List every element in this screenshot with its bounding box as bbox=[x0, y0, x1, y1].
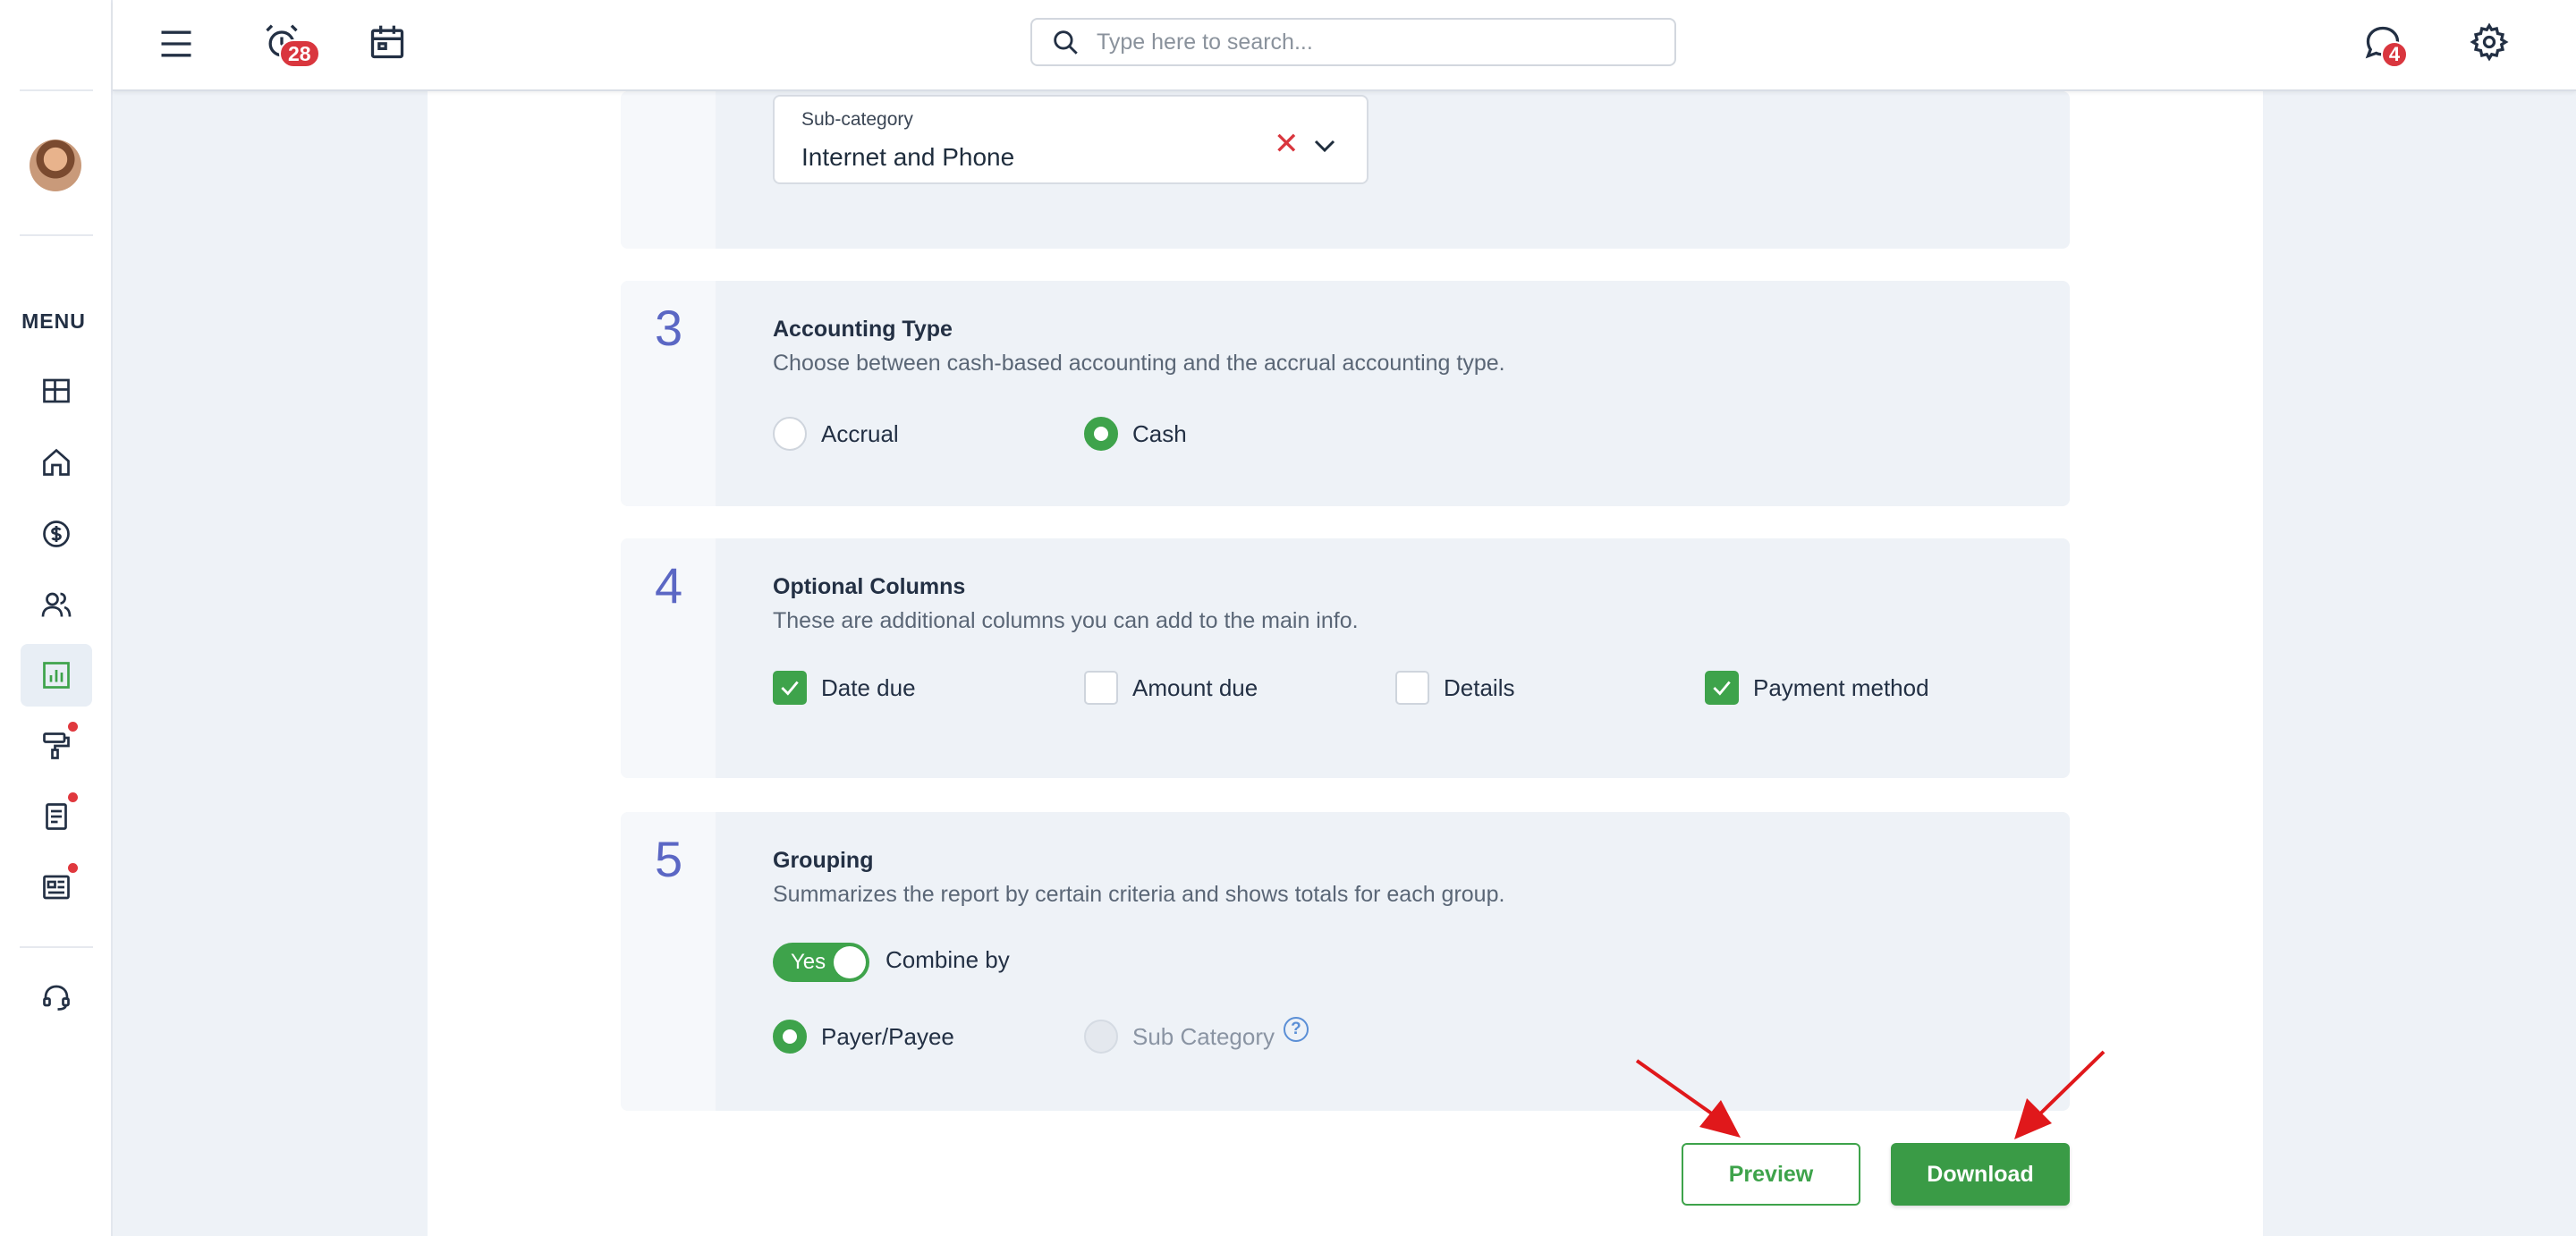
calendar-button[interactable] bbox=[365, 20, 410, 64]
subcategory-select[interactable]: Sub-category Internet and Phone ✕ bbox=[773, 95, 1368, 184]
search-box[interactable] bbox=[1030, 18, 1676, 66]
sidebar-item-people[interactable] bbox=[21, 573, 92, 636]
radio-button-selected[interactable] bbox=[1084, 417, 1118, 451]
toggle-label: Yes bbox=[791, 950, 826, 974]
section-title: Optional Columns bbox=[773, 574, 966, 599]
radio-accrual[interactable]: Accrual bbox=[773, 417, 899, 451]
radio-label: Accrual bbox=[821, 419, 899, 447]
sidebar-item-listings[interactable] bbox=[21, 856, 92, 919]
sidebar-item-reports[interactable] bbox=[21, 644, 92, 707]
checkbox-checked[interactable] bbox=[773, 671, 807, 705]
radio-label: Cash bbox=[1132, 419, 1187, 447]
grouping-toggle[interactable]: Yes bbox=[773, 943, 869, 982]
section-title: Grouping bbox=[773, 848, 874, 873]
bar-chart-icon bbox=[43, 662, 70, 689]
sidebar-divider bbox=[20, 234, 93, 236]
section-title: Accounting Type bbox=[773, 317, 953, 342]
section-optional-columns: 4 Optional Columns These are additional … bbox=[621, 538, 2070, 778]
radio-sub-category: Sub Category ? bbox=[1084, 1017, 1309, 1054]
sidebar-item-dashboard[interactable] bbox=[21, 360, 92, 422]
home-icon bbox=[43, 448, 70, 476]
users-icon bbox=[41, 592, 72, 617]
radio-button-selected[interactable] bbox=[773, 1020, 807, 1054]
sidebar-item-documents[interactable] bbox=[21, 785, 92, 848]
document-icon bbox=[46, 803, 67, 830]
toggle-knob bbox=[834, 946, 866, 978]
chevron-down-icon[interactable] bbox=[1311, 132, 1338, 159]
news-icon bbox=[43, 875, 70, 900]
radio-button-disabled bbox=[1084, 1020, 1118, 1054]
menu-label: MENU bbox=[21, 309, 86, 333]
radio-label: Payer/Payee bbox=[821, 1022, 954, 1050]
sidebar-divider bbox=[20, 89, 93, 91]
section-description: These are additional columns you can add… bbox=[773, 608, 1359, 633]
section-number: 5 bbox=[655, 831, 683, 887]
checkbox-label: Details bbox=[1444, 673, 1515, 701]
checkbox-checked[interactable] bbox=[1705, 671, 1739, 705]
dashboard-icon bbox=[43, 378, 70, 403]
calendar-icon bbox=[370, 25, 404, 59]
radio-button[interactable] bbox=[773, 417, 807, 451]
search-icon bbox=[1054, 30, 1078, 55]
section-number: 3 bbox=[655, 300, 683, 356]
checkbox-label: Amount due bbox=[1132, 673, 1258, 701]
notification-dot bbox=[68, 863, 78, 873]
notification-dot bbox=[68, 792, 78, 802]
checkmark-icon bbox=[781, 681, 799, 696]
checkbox-payment-method[interactable]: Payment method bbox=[1705, 671, 1929, 705]
section-description: Choose between cash-based accounting and… bbox=[773, 351, 1505, 376]
radio-label: Sub Category bbox=[1132, 1022, 1275, 1050]
checkbox-details[interactable]: Details bbox=[1395, 671, 1514, 705]
sidebar-divider bbox=[20, 946, 93, 948]
combine-by-label: Combine by bbox=[886, 946, 1010, 973]
section-description: Summarizes the report by certain criteri… bbox=[773, 882, 1505, 907]
paint-roller-icon bbox=[43, 732, 70, 759]
hamburger-menu-button[interactable] bbox=[154, 21, 199, 66]
dollar-circle-icon bbox=[43, 521, 70, 547]
top-bar: 28 4 bbox=[113, 0, 2576, 91]
checkmark-icon bbox=[1713, 681, 1731, 696]
help-icon[interactable]: ? bbox=[1283, 1017, 1309, 1042]
gear-icon bbox=[2470, 22, 2509, 62]
left-sidebar: MENU bbox=[0, 0, 113, 1236]
section-accounting-type: 3 Accounting Type Choose between cash-ba… bbox=[621, 281, 2070, 506]
sidebar-item-finance[interactable] bbox=[21, 503, 92, 565]
checkbox-amount-due[interactable]: Amount due bbox=[1084, 671, 1258, 705]
alarm-badge: 28 bbox=[279, 39, 320, 68]
subcategory-value: Internet and Phone bbox=[801, 143, 1015, 171]
headset-icon bbox=[43, 985, 70, 1011]
avatar[interactable] bbox=[30, 140, 81, 191]
reminders-button[interactable]: 28 bbox=[259, 20, 320, 68]
subcategory-label: Sub-category bbox=[801, 109, 913, 130]
section-number-column bbox=[621, 91, 716, 249]
clear-icon[interactable]: ✕ bbox=[1274, 129, 1300, 159]
checkbox[interactable] bbox=[1084, 671, 1118, 705]
radio-payer-payee[interactable]: Payer/Payee bbox=[773, 1020, 954, 1054]
hamburger-icon bbox=[161, 30, 191, 57]
sidebar-item-home[interactable] bbox=[21, 431, 92, 494]
checkbox[interactable] bbox=[1395, 671, 1429, 705]
sidebar-item-support[interactable] bbox=[21, 966, 92, 1029]
section-number: 4 bbox=[655, 557, 683, 614]
checkbox-label: Payment method bbox=[1753, 673, 1929, 701]
download-button[interactable]: Download bbox=[1891, 1143, 2070, 1206]
preview-button[interactable]: Preview bbox=[1682, 1143, 1860, 1206]
settings-button[interactable] bbox=[2467, 20, 2512, 64]
notification-dot bbox=[68, 722, 78, 732]
radio-cash[interactable]: Cash bbox=[1084, 417, 1187, 451]
checkbox-label: Date due bbox=[821, 673, 916, 701]
search-input[interactable] bbox=[1097, 29, 1633, 55]
messages-badge: 4 bbox=[2381, 41, 2408, 68]
sidebar-item-maintenance[interactable] bbox=[21, 715, 92, 777]
messages-button[interactable]: 4 bbox=[2360, 20, 2408, 68]
checkbox-date-due[interactable]: Date due bbox=[773, 671, 916, 705]
